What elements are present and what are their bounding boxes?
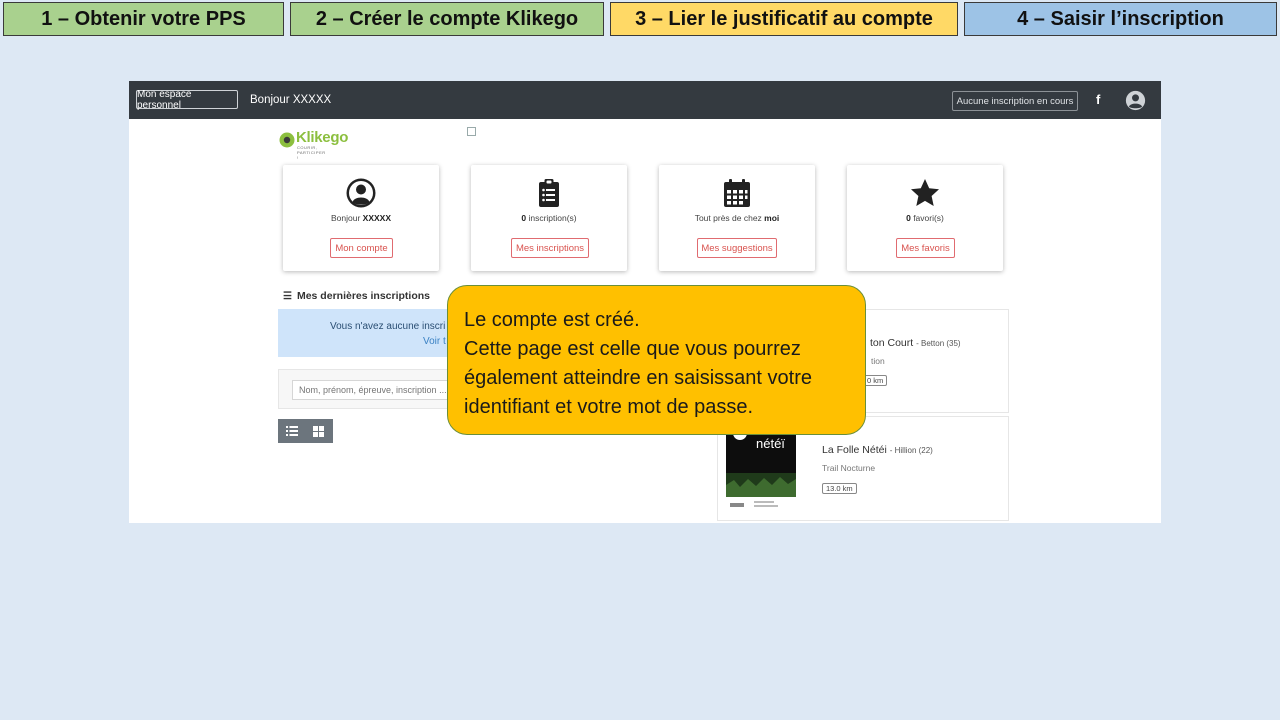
card-mes-favoris: 0 favori(s) Mes favoris [847,165,1003,271]
star-icon [911,179,939,206]
list-icon [285,426,298,436]
event-distance: 0 km [863,375,888,386]
event-title: ton Court - Betton (35) [870,337,961,349]
calendar-icon [724,179,750,207]
card-label: Bonjour XXXXX [330,213,392,223]
card-mes-suggestions: Tout près de chez moi Mes suggestions [659,165,815,271]
callout-line: identifiant et votre mot de passe. [464,396,754,418]
top-navbar: Mon espace personnel Bonjour XXXXX Aucun… [129,81,1161,119]
logo-name: Klikego [296,129,349,146]
card-mes-inscriptions: 0 inscription(s) Mes inscriptions [471,165,627,271]
facebook-icon[interactable]: f [1096,92,1100,107]
event-type: tion [871,356,885,366]
grid-icon [313,425,324,437]
callout-line: Cette page est celle que vous pourrez [464,338,801,360]
event-poster: nétéï [726,425,796,515]
espace-personnel-button[interactable]: Mon espace personnel [136,89,238,111]
mes-favoris-button[interactable]: Mes favoris [896,238,955,258]
clipboard-list-icon [539,179,559,207]
section-title: ☰ Mes dernières inscriptions [283,290,431,302]
inscription-status-button[interactable]: Aucune inscription en cours [952,91,1078,111]
user-circle-icon [346,178,376,208]
grid-view-button[interactable] [305,419,332,443]
svg-text:nétéï: nétéï [756,436,785,451]
card-label: Tout près de chez moi [694,213,780,223]
view-toggle [278,419,333,443]
info-callout: Le compte est créé. Cette page est celle… [447,285,866,435]
klikego-logo-icon [279,132,295,148]
event-distance: 13.0 km [822,483,857,494]
alert-text: Vous n'avez aucune inscri [330,321,446,332]
mes-suggestions-button[interactable]: Mes suggestions [697,238,777,258]
step-3-lier-justificatif: 3 – Lier le justificatif au compte [610,2,958,36]
card-label: 0 favori(s) [906,213,944,223]
logo-tagline: COURIR, PARTICIPER ! [297,145,326,160]
callout-line: également atteindre en saisissant votre [464,367,812,389]
mon-compte-button[interactable]: Mon compte [330,238,393,258]
user-circle-icon[interactable] [1125,90,1146,111]
step-4-saisir-inscription: 4 – Saisir l’inscription [964,2,1277,36]
card-label: 0 inscription(s) [521,213,577,223]
callout-line: Le compte est créé. [464,309,640,331]
event-poster-image: nétéï [726,425,796,515]
step-1-obtenir-pps: 1 – Obtenir votre PPS [3,2,284,36]
card-mon-compte: Bonjour XXXXX Mon compte [283,165,439,271]
list-icon: ☰ [283,291,292,302]
alert-link[interactable]: Voir t [423,336,446,347]
broken-image-icon [467,127,476,136]
greeting-text: Bonjour XXXXX [250,94,332,106]
step-bar: 1 – Obtenir votre PPS 2 – Créer le compt… [0,0,1280,40]
list-view-button[interactable] [278,419,305,443]
step-2-creer-compte: 2 – Créer le compte Klikego [290,2,604,36]
mes-inscriptions-button[interactable]: Mes inscriptions [511,238,589,258]
event-type: Trail Nocturne [822,463,876,473]
event-title: La Folle Nétéi - Hillion (22) [822,444,933,456]
